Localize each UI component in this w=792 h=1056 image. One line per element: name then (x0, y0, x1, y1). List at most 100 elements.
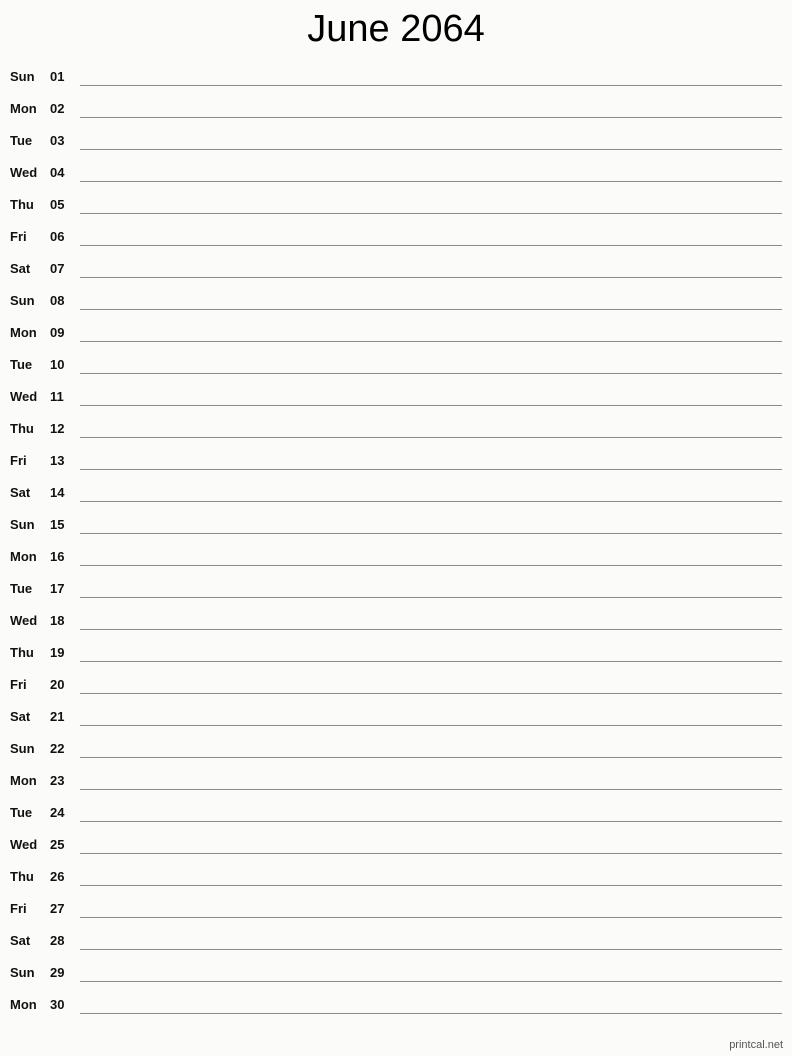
day-row: Fri 27 (0, 896, 792, 928)
day-number-label: 23 (50, 773, 65, 788)
day-of-week-label: Tue (10, 357, 33, 372)
day-of-week-label: Thu (10, 645, 34, 660)
writing-line (80, 373, 782, 374)
day-row: Sat 14 (0, 480, 792, 512)
writing-line (80, 661, 782, 662)
footer-credit: printcal.net (729, 1039, 783, 1051)
day-number-label: 04 (50, 165, 65, 180)
day-of-week-label: Sat (10, 261, 31, 276)
writing-line (80, 437, 782, 438)
day-number-label: 22 (50, 741, 65, 756)
day-number-label: 17 (50, 581, 65, 596)
day-of-week-label: Sat (10, 709, 31, 724)
day-row: Mon 02 (0, 96, 792, 128)
day-number-label: 30 (50, 997, 65, 1012)
day-number-label: 21 (50, 709, 65, 724)
day-number-label: 24 (50, 805, 65, 820)
day-number-label: 09 (50, 325, 65, 340)
day-of-week-label: Sat (10, 933, 31, 948)
day-of-week-label: Fri (10, 453, 27, 468)
day-of-week-label: Sat (10, 485, 31, 500)
day-number-label: 01 (50, 69, 65, 84)
writing-line (80, 85, 782, 86)
day-of-week-label: Thu (10, 197, 34, 212)
writing-line (80, 789, 782, 790)
day-row: Tue 10 (0, 352, 792, 384)
day-row: Tue 03 (0, 128, 792, 160)
writing-line (80, 117, 782, 118)
day-number-label: 29 (50, 965, 65, 980)
day-of-week-label: Wed (10, 613, 38, 628)
day-number-label: 15 (50, 517, 65, 532)
day-of-week-label: Mon (10, 101, 37, 116)
writing-line (80, 277, 782, 278)
day-row: Sun 01 (0, 64, 792, 96)
day-of-week-label: Sun (10, 293, 35, 308)
day-of-week-label: Mon (10, 773, 37, 788)
day-number-label: 27 (50, 901, 65, 916)
day-row: Thu 12 (0, 416, 792, 448)
writing-line (80, 309, 782, 310)
day-row: Sat 21 (0, 704, 792, 736)
writing-line (80, 1013, 782, 1014)
writing-line (80, 629, 782, 630)
day-list: Sun 01 Mon 02 Tue 03 Wed 04 Thu 05 Fri 06 Sat 07 Sun 08… (0, 64, 792, 1024)
writing-line (80, 949, 782, 950)
day-of-week-label: Wed (10, 837, 38, 852)
writing-line (80, 213, 782, 214)
day-of-week-label: Thu (10, 869, 34, 884)
day-row: Thu 19 (0, 640, 792, 672)
day-row: Sun 08 (0, 288, 792, 320)
writing-line (80, 565, 782, 566)
day-of-week-label: Sun (10, 965, 35, 980)
day-row: Sun 22 (0, 736, 792, 768)
day-row: Thu 26 (0, 864, 792, 896)
day-number-label: 16 (50, 549, 65, 564)
writing-line (80, 149, 782, 150)
day-number-label: 03 (50, 133, 65, 148)
writing-line (80, 885, 782, 886)
writing-line (80, 725, 782, 726)
day-of-week-label: Tue (10, 581, 33, 596)
day-number-label: 14 (50, 485, 65, 500)
writing-line (80, 181, 782, 182)
day-of-week-label: Thu (10, 421, 34, 436)
day-number-label: 28 (50, 933, 65, 948)
day-number-label: 11 (50, 389, 64, 404)
day-row: Mon 09 (0, 320, 792, 352)
day-of-week-label: Wed (10, 389, 38, 404)
writing-line (80, 341, 782, 342)
day-row: Tue 17 (0, 576, 792, 608)
writing-line (80, 821, 782, 822)
day-row: Fri 13 (0, 448, 792, 480)
day-number-label: 06 (50, 229, 65, 244)
day-row: Sun 29 (0, 960, 792, 992)
day-of-week-label: Fri (10, 901, 27, 916)
day-row: Fri 20 (0, 672, 792, 704)
day-number-label: 08 (50, 293, 65, 308)
writing-line (80, 981, 782, 982)
day-row: Sat 07 (0, 256, 792, 288)
day-row: Tue 24 (0, 800, 792, 832)
day-of-week-label: Wed (10, 165, 38, 180)
day-row: Sun 15 (0, 512, 792, 544)
day-row: Thu 05 (0, 192, 792, 224)
day-number-label: 20 (50, 677, 65, 692)
writing-line (80, 533, 782, 534)
writing-line (80, 757, 782, 758)
writing-line (80, 405, 782, 406)
day-of-week-label: Fri (10, 677, 27, 692)
day-of-week-label: Fri (10, 229, 27, 244)
day-of-week-label: Mon (10, 997, 37, 1012)
day-number-label: 05 (50, 197, 65, 212)
day-of-week-label: Sun (10, 741, 35, 756)
day-of-week-label: Sun (10, 517, 35, 532)
writing-line (80, 501, 782, 502)
writing-line (80, 245, 782, 246)
day-of-week-label: Tue (10, 133, 33, 148)
day-of-week-label: Mon (10, 549, 37, 564)
day-of-week-label: Sun (10, 69, 35, 84)
writing-line (80, 693, 782, 694)
day-row: Wed 18 (0, 608, 792, 640)
day-number-label: 02 (50, 101, 65, 116)
